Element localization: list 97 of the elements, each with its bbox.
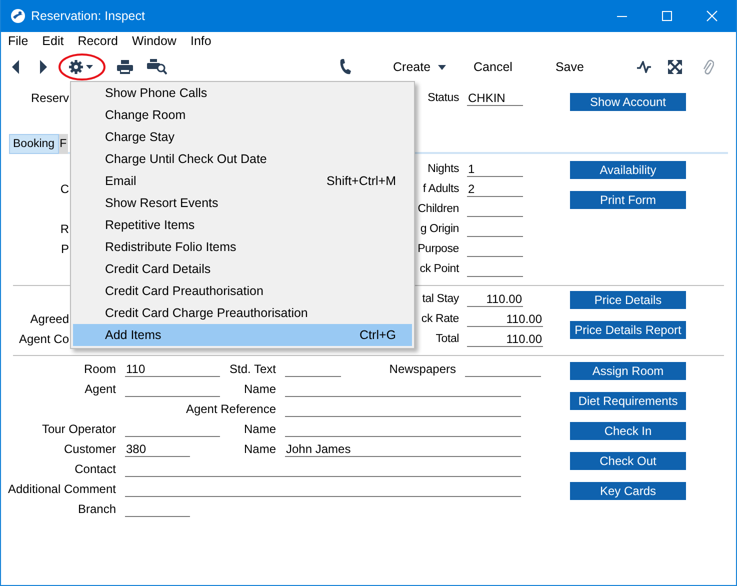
field-label: Name — [244, 422, 276, 436]
field-label: Status — [426, 92, 459, 104]
menu-item-label: Change Room — [105, 108, 186, 122]
menu-item-label: Credit Card Charge Preauthorisation — [105, 306, 308, 320]
activity-icon[interactable] — [636, 61, 651, 73]
menu-item[interactable]: Credit Card Charge Preauthorisation — [73, 302, 412, 324]
menu-item-label: Show Resort Events — [105, 196, 218, 210]
menu-item-label: Add Items — [105, 328, 162, 342]
input-field[interactable]: 110 — [125, 362, 220, 376]
action-button[interactable]: Print Form — [570, 191, 686, 209]
forward-icon[interactable] — [39, 60, 47, 74]
menu-item[interactable]: Redistribute Folio Items — [73, 236, 412, 258]
action-button[interactable]: Availability — [570, 161, 686, 179]
field-label: Agreed — [30, 312, 69, 326]
menu-item-label: Repetitive Items — [105, 218, 195, 232]
menu-item[interactable]: Repetitive Items — [73, 214, 412, 236]
input-field[interactable]: 2 — [467, 182, 523, 196]
field-label: Agent Reference — [186, 402, 276, 416]
paperclip-icon[interactable] — [702, 59, 714, 75]
field-label: C — [60, 182, 69, 196]
action-button[interactable]: Check Out — [570, 452, 686, 470]
field-label: tal Stay — [421, 293, 459, 305]
field-label: g Origin — [419, 223, 459, 235]
input-field[interactable]: 1 — [467, 162, 523, 176]
input-field[interactable]: CHKIN — [467, 90, 523, 106]
maximize-icon[interactable] — [661, 10, 673, 22]
menu-item[interactable]: Charge Stay — [73, 126, 412, 148]
action-button[interactable]: Check In — [570, 422, 686, 440]
field-label: Branch — [78, 502, 116, 516]
phone-icon[interactable] — [339, 59, 351, 75]
menu-item[interactable]: Email Shift+Ctrl+M — [73, 170, 412, 192]
field-label: Children — [416, 203, 459, 215]
field-label: ck Point — [418, 263, 459, 275]
field-label: ck Rate — [420, 313, 459, 325]
field-label: Name — [244, 382, 276, 396]
field-label: Customer — [64, 442, 116, 456]
toolbar-button[interactable]: Save — [555, 60, 584, 74]
menu-item[interactable]: Record — [78, 34, 118, 48]
field-label: f Adults — [422, 183, 459, 195]
field-label: Additional Comment — [8, 482, 116, 496]
menu-item-label: Credit Card Preauthorisation — [105, 284, 264, 298]
printer-icon[interactable] — [117, 60, 133, 74]
menu-item[interactable]: Add Items Ctrl+G — [73, 324, 412, 346]
menu-item[interactable]: Show Resort Events — [73, 192, 412, 214]
field-label: Agent Co — [18, 332, 69, 346]
menu-item[interactable]: Change Room — [73, 104, 412, 126]
action-button[interactable]: Assign Room — [570, 362, 686, 380]
field-label: R — [60, 222, 69, 236]
field-label: Reserv — [30, 91, 69, 105]
field-label: Room — [84, 362, 116, 376]
field-label: Tour Operator — [42, 422, 116, 436]
shortcut-text: Shift+Ctrl+M — [326, 174, 396, 188]
field-label: Purpose — [416, 243, 459, 255]
menu-item[interactable]: Window — [132, 34, 176, 48]
field-label: Nights — [426, 163, 459, 175]
shortcut-text: Ctrl+G — [360, 328, 396, 342]
menu-item[interactable]: Info — [190, 34, 212, 48]
input-field[interactable]: 110.00 — [467, 332, 543, 346]
input-field[interactable]: 380 — [125, 442, 190, 456]
menu-item-label: Charge Until Check Out Date — [105, 152, 267, 166]
menu-item[interactable]: Charge Until Check Out Date — [73, 148, 412, 170]
menu-item-label: Show Phone Calls — [105, 86, 208, 100]
menu-item-label: Credit Card Details — [105, 262, 211, 276]
close-icon[interactable] — [706, 10, 718, 22]
menu-item-label: Email — [105, 174, 136, 188]
action-button[interactable]: Key Cards — [570, 482, 686, 500]
menu-item[interactable]: Show Phone Calls — [73, 82, 412, 104]
app-icon — [10, 8, 26, 24]
create-button[interactable]: Create — [393, 60, 446, 74]
tab[interactable]: Booking — [9, 134, 59, 154]
window-title: Reservation: Inspect — [31, 9, 145, 23]
input-field[interactable]: John James — [285, 442, 521, 456]
show-account-button[interactable]: Show Account — [570, 93, 686, 111]
field-label: Contact — [74, 462, 116, 476]
field-label: Agent — [84, 382, 116, 396]
menu-item[interactable]: File — [8, 34, 28, 48]
field-label: Total — [434, 333, 459, 345]
field-label: Std. Text — [230, 362, 276, 376]
caret-icon — [438, 64, 446, 70]
menu-item-label: Redistribute Folio Items — [105, 240, 236, 254]
expand-icon[interactable] — [668, 60, 682, 74]
input-field[interactable]: 110.00 — [467, 312, 543, 326]
highlight-ellipse — [58, 53, 106, 81]
print-preview-icon[interactable] — [147, 59, 167, 75]
menu-item-label: Charge Stay — [105, 130, 174, 144]
action-button[interactable]: Diet Requirements — [570, 392, 686, 410]
menu-item[interactable]: Credit Card Details — [73, 258, 412, 280]
action-button[interactable]: Price Details Report — [570, 321, 686, 339]
input-field[interactable]: 110.00 — [467, 292, 523, 306]
action-button[interactable]: Price Details — [570, 291, 686, 309]
menu-item[interactable]: Edit — [42, 34, 64, 48]
menu-item[interactable]: Credit Card Preauthorisation — [73, 280, 412, 302]
field-label: Name — [244, 442, 276, 456]
field-label: Newspapers — [389, 362, 456, 376]
back-icon[interactable] — [12, 60, 20, 74]
toolbar-button[interactable]: Cancel — [474, 60, 512, 74]
field-label: P — [60, 242, 69, 256]
